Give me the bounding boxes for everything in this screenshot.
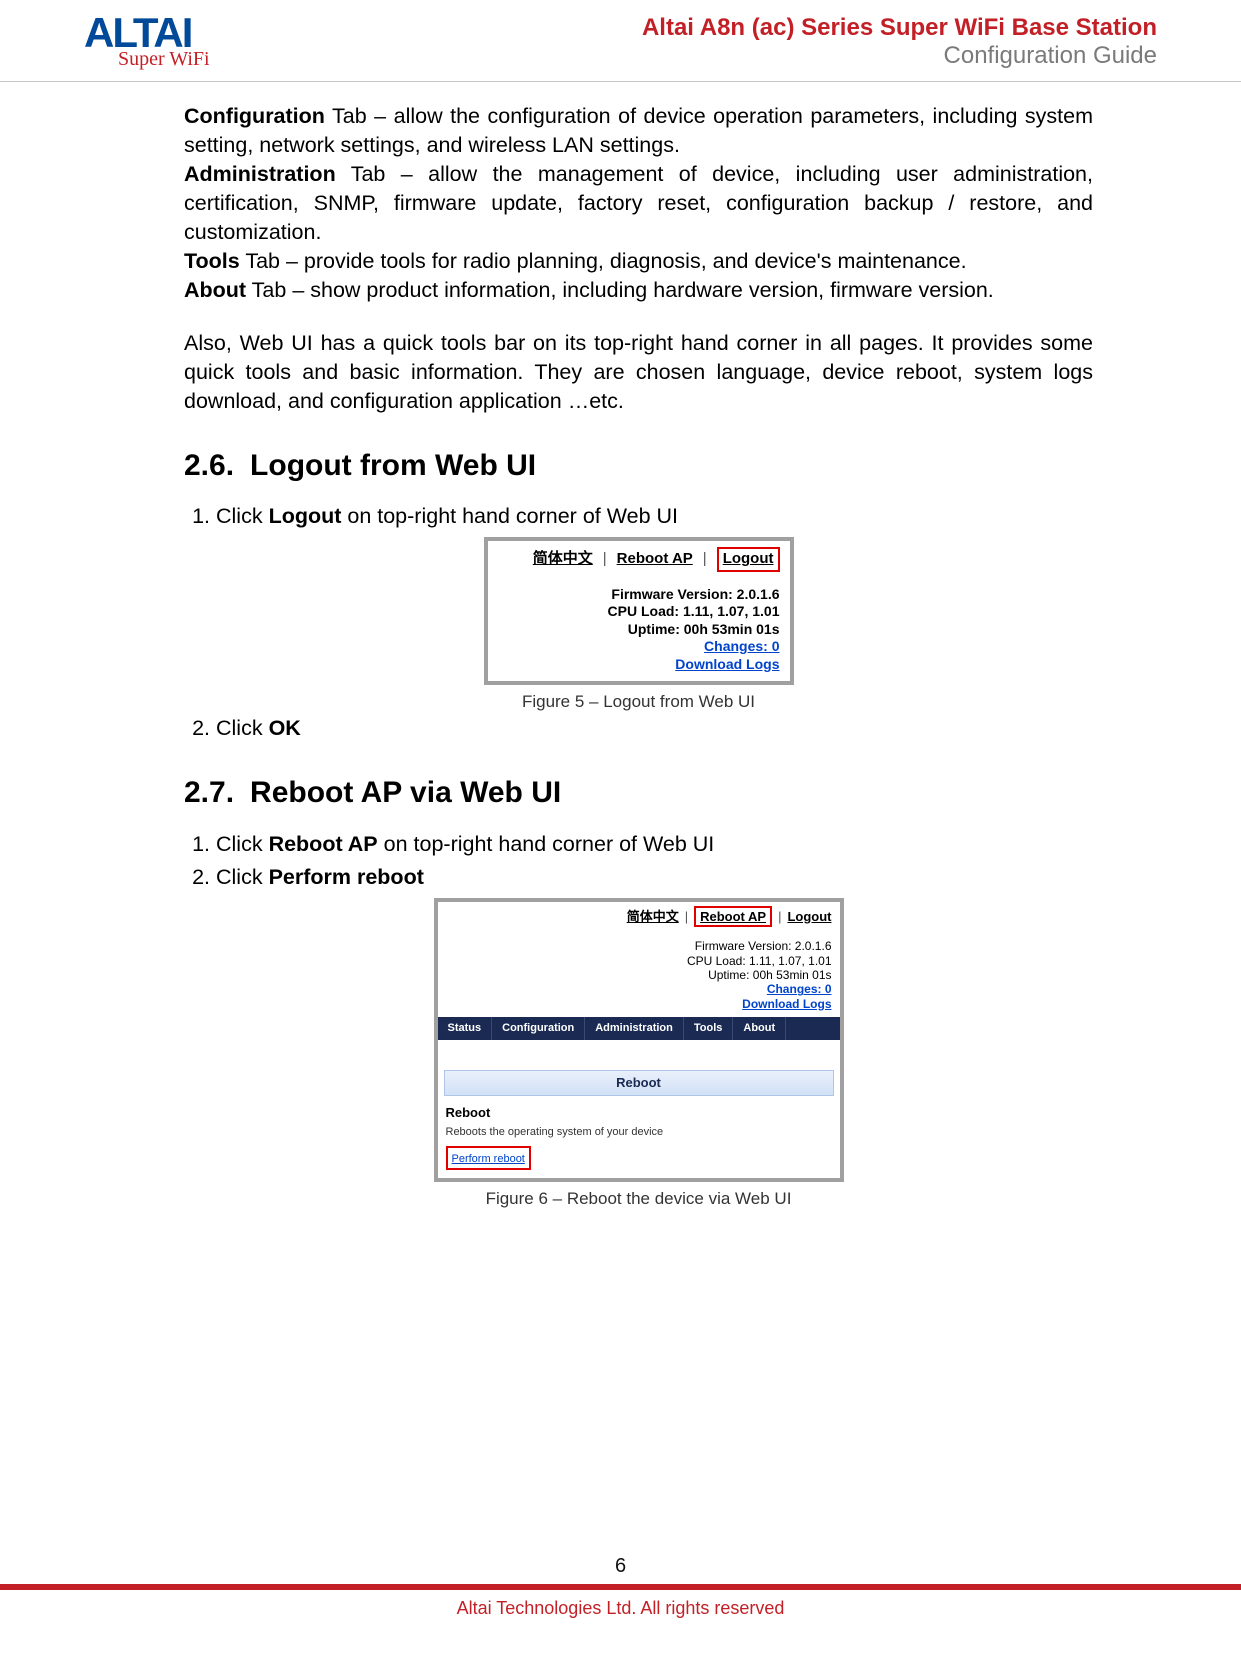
- about-bold: About: [184, 278, 246, 302]
- figure-6: 简体中文 | Reboot AP | Logout Firmware Versi…: [184, 898, 1093, 1211]
- figure-6-caption: Figure 6 – Reboot the device via Web UI: [184, 1188, 1093, 1211]
- reboot-desc: Reboots the operating system of your dev…: [438, 1123, 840, 1142]
- firmware-version: Firmware Version: 2.0.1.6: [498, 586, 780, 604]
- divider: |: [703, 549, 707, 569]
- logo-main: ALTAI: [84, 14, 191, 52]
- about-tab-para: About Tab – show product information, in…: [184, 276, 1093, 305]
- step-2-6-1: Click Logout on top-right hand corner of…: [216, 502, 1093, 531]
- also-para: Also, Web UI has a quick tools bar on it…: [184, 329, 1093, 416]
- logout-link-highlighted[interactable]: Logout: [717, 547, 780, 571]
- tools-tab-para: Tools Tab – provide tools for radio plan…: [184, 247, 1093, 276]
- reboot-section-title: Reboot: [438, 1102, 840, 1124]
- step-2-7-2: Click Perform reboot: [216, 863, 1093, 892]
- reboot-bar: Reboot: [444, 1070, 834, 1096]
- tab-tools[interactable]: Tools: [684, 1017, 734, 1040]
- step-bold: OK: [269, 716, 301, 740]
- section-2-7-title: Reboot AP via Web UI: [250, 773, 561, 814]
- step-text: Click: [216, 865, 269, 889]
- section-2-6-title: Logout from Web UI: [250, 446, 536, 487]
- step-bold: Logout: [269, 504, 342, 528]
- fig6-topbar: 简体中文 | Reboot AP | Logout: [438, 902, 840, 940]
- header-title-gray: Configuration Guide: [642, 42, 1157, 70]
- figure-6-frame: 简体中文 | Reboot AP | Logout Firmware Versi…: [434, 898, 844, 1182]
- header-titles: Altai A8n (ac) Series Super WiFi Base St…: [642, 14, 1157, 69]
- cpu-load: CPU Load: 1.11, 1.07, 1.01: [498, 603, 780, 621]
- step-text: Click: [216, 716, 269, 740]
- figure-5-frame: 简体中文 | Reboot AP | Logout Firmware Versi…: [484, 537, 794, 685]
- language-link-cn[interactable]: 简体中文: [533, 549, 593, 569]
- configuration-bold: Configuration: [184, 104, 325, 128]
- page-number: 6: [0, 1555, 1241, 1578]
- uptime: Uptime: 00h 53min 01s: [446, 968, 832, 982]
- section-2-6-steps: Click Logout on top-right hand corner of…: [184, 502, 1093, 531]
- reboot-ap-link[interactable]: Reboot AP: [617, 549, 693, 569]
- administration-tab-para: Administration Tab – allow the managemen…: [184, 160, 1093, 247]
- topbar-row: 简体中文 | Reboot AP | Logout: [498, 547, 780, 571]
- divider: |: [778, 908, 781, 926]
- tab-about[interactable]: About: [733, 1017, 786, 1040]
- step-bold: Perform reboot: [269, 865, 424, 889]
- tab-configuration[interactable]: Configuration: [492, 1017, 585, 1040]
- perform-reboot-text: Perform reboot: [452, 1153, 525, 1165]
- changes-link[interactable]: Changes: 0: [767, 982, 832, 996]
- nav-tabs: Status Configuration Administration Tool…: [438, 1017, 840, 1040]
- about-text: Tab – show product information, includin…: [246, 278, 994, 302]
- section-2-6-heading: 2.6. Logout from Web UI: [184, 446, 1093, 487]
- download-logs-link[interactable]: Download Logs: [675, 656, 779, 672]
- logout-link[interactable]: Logout: [787, 908, 831, 926]
- configuration-tab-para: Configuration Tab – allow the configurat…: [184, 102, 1093, 160]
- divider: |: [685, 908, 688, 926]
- tools-bold: Tools: [184, 249, 240, 273]
- step-2-6-2: Click OK: [216, 714, 1093, 743]
- content: Configuration Tab – allow the configurat…: [0, 82, 1241, 1251]
- step-2-7-1: Click Reboot AP on top-right hand corner…: [216, 830, 1093, 859]
- step-text: Click: [216, 832, 269, 856]
- perform-reboot-wrap: Perform reboot: [438, 1142, 840, 1178]
- language-link-cn[interactable]: 简体中文: [627, 908, 679, 926]
- changes-link[interactable]: Changes: 0: [704, 638, 779, 654]
- section-2-7-heading: 2.7. Reboot AP via Web UI: [184, 773, 1093, 814]
- logo-block: ALTAI Super WiFi: [84, 14, 210, 71]
- logo-sub: Super WiFi: [118, 48, 210, 71]
- perform-reboot-link-highlighted[interactable]: Perform reboot: [446, 1146, 531, 1170]
- step-text: Click: [216, 504, 269, 528]
- tab-status[interactable]: Status: [438, 1017, 493, 1040]
- section-2-6-num: 2.6.: [184, 446, 234, 487]
- cpu-load: CPU Load: 1.11, 1.07, 1.01: [446, 954, 832, 968]
- page-header: ALTAI Super WiFi Altai A8n (ac) Series S…: [0, 0, 1241, 79]
- section-2-7-steps: Click Reboot AP on top-right hand corner…: [184, 830, 1093, 892]
- administration-bold: Administration: [184, 162, 336, 186]
- uptime: Uptime: 00h 53min 01s: [498, 621, 780, 639]
- footer-copyright: Altai Technologies Ltd. All rights reser…: [0, 1590, 1241, 1655]
- fig6-info-block: Firmware Version: 2.0.1.6 CPU Load: 1.11…: [438, 939, 840, 1017]
- figure-5: 简体中文 | Reboot AP | Logout Firmware Versi…: [184, 537, 1093, 714]
- download-logs-link[interactable]: Download Logs: [742, 997, 831, 1011]
- tab-administration[interactable]: Administration: [585, 1017, 684, 1040]
- firmware-version: Firmware Version: 2.0.1.6: [446, 939, 832, 953]
- tools-text: Tab – provide tools for radio planning, …: [240, 249, 967, 273]
- header-title-red: Altai A8n (ac) Series Super WiFi Base St…: [642, 14, 1157, 42]
- divider: |: [603, 549, 607, 569]
- section-2-7-num: 2.7.: [184, 773, 234, 814]
- info-block: Firmware Version: 2.0.1.6 CPU Load: 1.11…: [498, 586, 780, 674]
- page-footer: 6 Altai Technologies Ltd. All rights res…: [0, 1555, 1241, 1655]
- section-2-6-steps-cont: Click OK: [184, 714, 1093, 743]
- reboot-ap-link-highlighted[interactable]: Reboot AP: [694, 906, 772, 928]
- figure-5-caption: Figure 5 – Logout from Web UI: [184, 691, 1093, 714]
- step-bold: Reboot AP: [269, 832, 378, 856]
- step-text: on top-right hand corner of Web UI: [378, 832, 715, 856]
- step-text: on top-right hand corner of Web UI: [341, 504, 678, 528]
